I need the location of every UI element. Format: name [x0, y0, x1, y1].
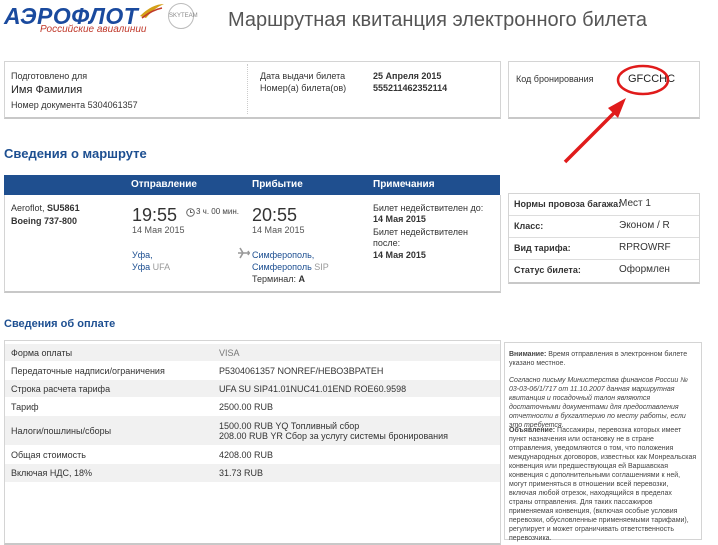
table-row: Налоги/пошлины/сборы 1500.00 RUB YQ Топли… — [5, 415, 500, 446]
fare-label: Нормы провоза багажа: — [514, 199, 622, 209]
terminal: Терминал: А — [252, 274, 305, 284]
route-table-header: Отправление Прибытие Примечания — [4, 175, 500, 195]
fare-label: Статус билета: — [514, 265, 581, 275]
passenger-name: Имя Фамилия — [11, 84, 83, 96]
payment-label: Включая НДС, 18% — [5, 463, 213, 482]
arrival-time: 20:55 — [252, 205, 298, 225]
fare-value: Эконом / R — [619, 220, 670, 231]
payment-value: 31.73 RUB — [213, 463, 500, 482]
payment-value: 4208.00 RUB — [213, 445, 500, 464]
issue-date: 25 Апреля 2015 — [373, 71, 442, 81]
table-row: Общая стоимость 4208.00 RUB — [5, 445, 500, 464]
payment-value: 2500.00 RUB — [213, 397, 500, 416]
departure-city[interactable]: Уфа, — [132, 250, 153, 260]
airline-wing-icon — [140, 4, 164, 19]
table-row: Тариф 2500.00 RUB — [5, 397, 500, 416]
booking-highlight — [563, 64, 670, 164]
payment-label: Передаточные надписи/ограничения — [5, 361, 213, 380]
fare-row-baggage: Нормы провоза багажа: Мест 1 — [509, 194, 699, 216]
fare-label: Вид тарифа: — [514, 243, 571, 253]
clock-icon — [186, 208, 195, 217]
plane-icon — [238, 247, 250, 259]
table-row: Передаточные надписи/ограничения P5304061… — [5, 361, 500, 380]
payment-label: Форма оплаты — [5, 343, 213, 362]
departure-date: 14 Мая 2015 — [132, 225, 185, 235]
note-not-valid-after-date: 14 Мая 2015 — [373, 250, 426, 260]
payment-table: Форма оплаты VISA Передаточные надписи/ог… — [5, 343, 500, 482]
table-row: Форма оплаты VISA — [5, 343, 500, 362]
payment-value: 1500.00 RUB YQ Топливный сбор 208.00 RUB … — [213, 415, 500, 446]
payment-value: UFA SU SIP41.01NUC41.01END ROE60.9598 — [213, 379, 500, 398]
arrival-airport: Симферополь SIP — [252, 262, 329, 272]
payment-value: P5304061357 NONREF/НЕВОЗВРАТЕН — [213, 361, 500, 380]
convention-notice: Объявление: Пассажиры, перевозка которых… — [509, 427, 697, 542]
payment-label: Общая стоимость — [5, 445, 213, 464]
fare-value: Оформлен — [619, 264, 670, 275]
note-not-valid-before: Билет недействителен до: — [373, 203, 484, 213]
fare-value: Мест 1 — [619, 198, 651, 209]
document-number: Номер документа 5304061357 — [11, 100, 138, 110]
fare-row-class: Класс: Эконом / R — [509, 216, 699, 238]
fare-label: Класс: — [514, 221, 544, 231]
col-arrival: Прибытие — [252, 179, 303, 190]
skyteam-logo: SKYTEAM — [168, 3, 198, 29]
route-section-title: Сведения о маршруте — [4, 146, 147, 161]
arrival-code: SIP — [314, 262, 329, 272]
ministry-letter-note: Согласно письму Министерства финансов Ро… — [509, 377, 688, 429]
fare-value: RPROWRF — [619, 242, 671, 253]
fare-details-box: Нормы провоза багажа: Мест 1 Класс: Экон… — [508, 193, 700, 284]
table-row: Включая НДС, 18% 31.73 RUB — [5, 463, 500, 482]
arrival-city[interactable]: Симферополь, — [252, 250, 314, 260]
arrival-date: 14 Мая 2015 — [252, 225, 305, 235]
departure-time: 19:55 — [132, 205, 178, 225]
page-title: Маршрутная квитанция электронного билета — [228, 9, 647, 31]
attention-note: Внимание: Время отправления в электронно… — [509, 351, 688, 367]
departure-airport: Уфа UFA — [132, 262, 171, 272]
col-notes: Примечания — [373, 179, 435, 190]
payment-value: VISA — [213, 343, 500, 362]
payment-label: Строка расчета тарифа — [5, 379, 213, 398]
table-row: Строка расчета тарифа UFA SU SIP41.01NUC4… — [5, 379, 500, 398]
departure-code: UFA — [152, 262, 171, 272]
prepared-for-label: Подготовлено для — [11, 71, 88, 81]
ticket-number: 555211462352114 — [373, 83, 448, 93]
issue-date-label: Дата выдачи билета — [260, 71, 346, 81]
fare-row-type: Вид тарифа: RPROWRF — [509, 238, 699, 260]
airline-name: Aeroflot, SU5861 — [11, 203, 80, 213]
flight-number: SU5861 — [47, 203, 80, 213]
note-not-valid-before-date: 14 Мая 2015 — [373, 214, 426, 224]
payment-label: Тариф — [5, 397, 213, 416]
payment-section-title: Сведения об оплате — [4, 318, 116, 330]
fare-row-status: Статус билета: Оформлен — [509, 260, 699, 281]
payment-label: Налоги/пошлины/сборы — [5, 415, 213, 446]
col-departure: Отправление — [131, 179, 197, 190]
aircraft: Boeing 737-800 — [11, 216, 78, 226]
ticket-number-label: Номер(а) билета(ов) — [260, 83, 347, 93]
airline-logo-subtitle: Российские авиалинии — [40, 24, 147, 35]
payment-table-box: Форма оплаты VISA Передаточные надписи/ог… — [4, 340, 501, 545]
info-divider — [247, 64, 249, 114]
note-not-valid-after: Билет недействителен после: — [373, 227, 468, 248]
flight-duration: 3 ч. 00 мин. — [196, 207, 240, 216]
